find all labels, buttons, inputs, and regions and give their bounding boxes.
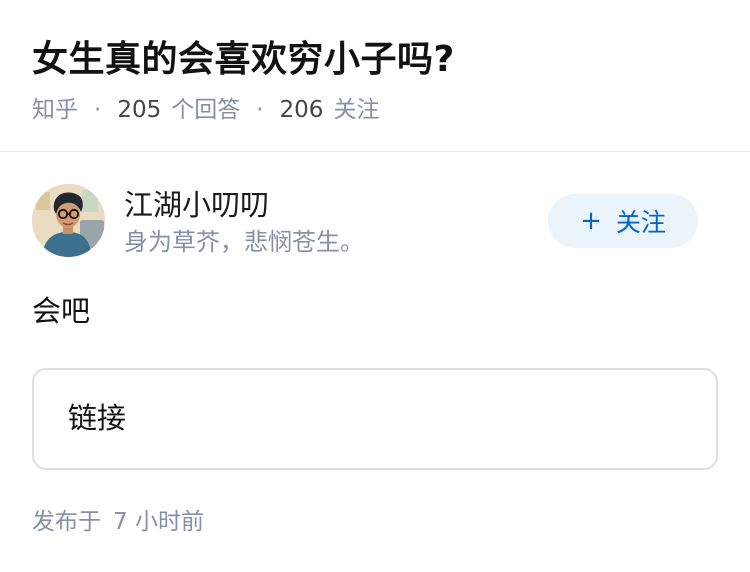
publish-time-value: 7 小时前 — [113, 509, 204, 535]
link-card[interactable]: 链接 — [32, 368, 718, 470]
answer-count: 205 — [117, 97, 162, 123]
source-label[interactable]: 知乎 — [32, 94, 78, 126]
author-bio: 身为草芥，悲悯苍生。 — [124, 228, 364, 256]
follower-count-label[interactable]: 关注 — [333, 94, 379, 126]
question-meta: 知乎 · 205 个回答 · 206 关注 — [32, 94, 379, 126]
question-header: 女生真的会喜欢穷小子吗? 知乎 · 205 个回答 · 206 关注 — [0, 0, 750, 152]
meta-separator: · — [256, 97, 264, 123]
question-title[interactable]: 女生真的会喜欢穷小子吗? — [32, 36, 455, 84]
author-info: 江湖小叨叨 身为草芥，悲悯苍生。 + 关注 — [32, 184, 718, 258]
meta-separator: · — [94, 97, 102, 123]
follow-button[interactable]: + 关注 — [548, 194, 698, 248]
answer-content: 会吧 — [32, 294, 91, 328]
avatar[interactable] — [32, 184, 105, 257]
answer-count-label[interactable]: 个回答 — [171, 94, 240, 126]
publish-prefix: 发布于 — [32, 509, 101, 535]
plus-icon: + — [580, 206, 602, 236]
follow-button-label: 关注 — [615, 208, 666, 237]
link-card-label: 链接 — [68, 401, 127, 435]
publish-time: 发布于 7 小时前 — [32, 506, 204, 538]
answer-page: 女生真的会喜欢穷小子吗? 知乎 · 205 个回答 · 206 关注 江湖小叨叨… — [0, 0, 750, 572]
author-name[interactable]: 江湖小叨叨 — [124, 186, 269, 224]
follower-count: 206 — [279, 97, 324, 123]
avatar-illustration-icon — [32, 184, 105, 257]
